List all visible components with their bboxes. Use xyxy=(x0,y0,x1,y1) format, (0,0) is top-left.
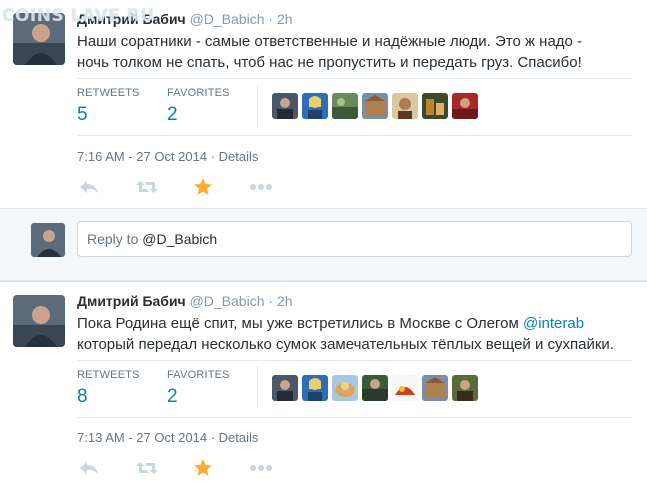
author-username[interactable]: @D_Babich xyxy=(190,293,265,309)
favoriter-avatar[interactable] xyxy=(272,93,298,119)
retweet-button[interactable] xyxy=(135,177,159,197)
favoriters-list xyxy=(272,93,478,119)
tweet-text-line: который передал несколько сумок замечате… xyxy=(77,336,614,353)
tweet-text: Наши соратники - самые ответственные и н… xyxy=(77,31,632,73)
reply-input[interactable]: Reply to @D_Babich xyxy=(77,221,632,257)
tweet-meta: 7:13 AM - 27 Oct 2014 · Details xyxy=(77,430,258,445)
tweet-text: Пока Родина ещё спит, мы уже встретились… xyxy=(77,313,632,355)
retweet-button[interactable] xyxy=(135,458,159,478)
favorite-button[interactable] xyxy=(191,177,215,197)
favorites-label: FAVORITES xyxy=(167,87,230,99)
reply-button[interactable] xyxy=(77,458,101,478)
reply-button[interactable] xyxy=(77,177,101,197)
divider xyxy=(77,360,632,361)
tweet-meta: 7:16 AM - 27 Oct 2014 · Details xyxy=(77,149,258,164)
retweets-count[interactable]: 5 xyxy=(77,104,140,126)
tweet: Дмитрий Бабич @D_Babich · 2h Наши соратн… xyxy=(0,0,647,208)
avatar[interactable] xyxy=(13,13,65,65)
retweets-count[interactable]: 8 xyxy=(77,386,140,408)
favoriter-avatar[interactable] xyxy=(272,375,298,401)
tweet-text-line: Пока Родина ещё спит, мы уже встретились… xyxy=(77,313,632,334)
favoriter-avatar[interactable] xyxy=(332,375,358,401)
favoriter-avatar[interactable] xyxy=(302,93,328,119)
favoriter-avatar[interactable] xyxy=(422,375,448,401)
favoriter-avatar[interactable] xyxy=(332,93,358,119)
favorites-stat[interactable]: FAVORITES 2 xyxy=(167,369,230,408)
tweet-header: Дмитрий Бабич @D_Babich · 2h xyxy=(77,11,293,27)
mention-link[interactable]: @interab xyxy=(523,315,584,332)
favorites-count[interactable]: 2 xyxy=(167,104,230,126)
divider xyxy=(77,417,632,418)
current-user-avatar xyxy=(31,223,65,257)
favoriter-avatar[interactable] xyxy=(452,93,478,119)
tweet-time[interactable]: 2h xyxy=(277,293,293,309)
reply-prefix: Reply to xyxy=(87,231,143,247)
divider xyxy=(77,78,632,79)
tweet-text-line: Наши соратники - самые ответственные и н… xyxy=(77,33,583,50)
tweet-text-segment: Пока Родина ещё спит, мы уже встретились… xyxy=(77,315,523,332)
author-name[interactable]: Дмитрий Бабич xyxy=(77,11,186,27)
favoriter-avatar[interactable] xyxy=(302,375,328,401)
favorites-stat[interactable]: FAVORITES 2 xyxy=(167,87,230,126)
retweets-label: RETWEETS xyxy=(77,369,140,381)
author-username[interactable]: @D_Babich xyxy=(190,11,265,27)
tweet-text-line: ночь толком не спать, чтоб нас не пропус… xyxy=(77,54,582,71)
more-button[interactable] xyxy=(249,458,273,478)
divider xyxy=(77,135,632,136)
tweet-actions xyxy=(77,177,277,197)
favoriter-avatar[interactable] xyxy=(362,375,388,401)
favorite-button[interactable] xyxy=(191,458,215,478)
favoriter-avatar[interactable] xyxy=(452,375,478,401)
favorite-star-icon xyxy=(194,459,212,476)
tweet-actions xyxy=(77,458,277,478)
favorites-label: FAVORITES xyxy=(167,369,230,381)
separator-dot: · xyxy=(210,149,216,164)
reply-mention: @D_Babich xyxy=(142,231,218,247)
avatar[interactable] xyxy=(13,295,65,347)
more-icon xyxy=(250,465,272,471)
favoriters-list xyxy=(272,375,478,401)
author-name[interactable]: Дмитрий Бабич xyxy=(77,293,186,309)
tweet-timestamp[interactable]: 7:13 AM - 27 Oct 2014 xyxy=(77,430,207,445)
favorites-count[interactable]: 2 xyxy=(167,386,230,408)
tweet: Дмитрий Бабич @D_Babich · 2h Пока Родина… xyxy=(0,281,647,494)
details-link[interactable]: Details xyxy=(219,430,259,445)
tweet-time[interactable]: 2h xyxy=(277,11,293,27)
favorite-star-icon xyxy=(194,178,212,195)
stats-separator xyxy=(257,84,258,126)
retweet-icon xyxy=(136,181,158,193)
favoriter-avatar[interactable] xyxy=(422,93,448,119)
more-button[interactable] xyxy=(249,177,273,197)
favoriter-avatar[interactable] xyxy=(392,375,418,401)
retweets-stat[interactable]: RETWEETS 5 xyxy=(77,87,140,126)
favoriter-avatar[interactable] xyxy=(362,93,388,119)
favoriter-avatar[interactable] xyxy=(392,93,418,119)
stats-separator xyxy=(257,366,258,408)
reply-icon xyxy=(80,462,98,474)
more-icon xyxy=(250,184,272,190)
retweets-label: RETWEETS xyxy=(77,87,140,99)
details-link[interactable]: Details xyxy=(219,149,259,164)
tweet-timestamp[interactable]: 7:16 AM - 27 Oct 2014 xyxy=(77,149,207,164)
reply-icon xyxy=(80,181,98,193)
reply-panel: Reply to @D_Babich xyxy=(0,208,647,281)
separator-dot: · xyxy=(268,293,274,309)
tweet-header: Дмитрий Бабич @D_Babich · 2h xyxy=(77,293,293,309)
separator-dot: · xyxy=(268,11,274,27)
retweets-stat[interactable]: RETWEETS 8 xyxy=(77,369,140,408)
separator-dot: · xyxy=(210,430,216,445)
retweet-icon xyxy=(136,462,158,474)
